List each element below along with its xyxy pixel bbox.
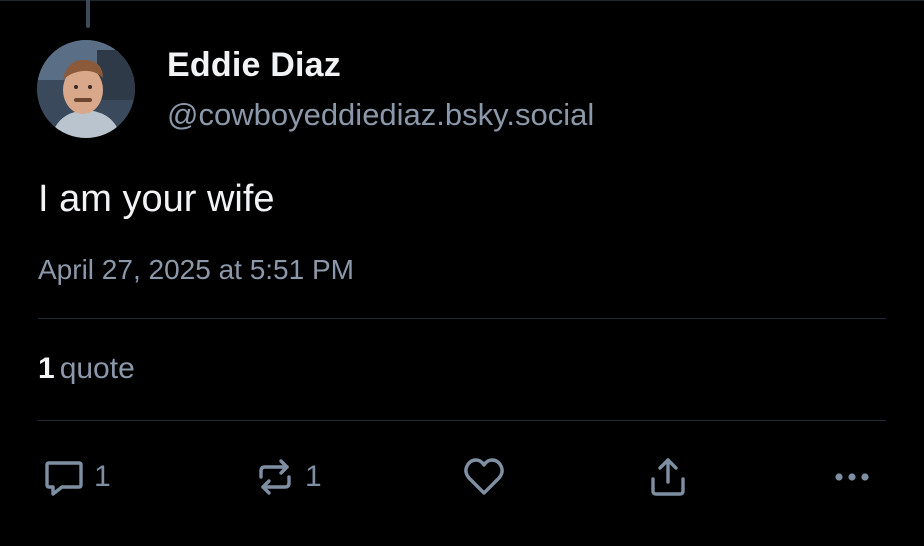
author-handle[interactable]: @cowboyeddiediaz.bsky.social — [167, 97, 594, 133]
reply-button[interactable]: 1 — [42, 455, 111, 499]
repost-count: 1 — [305, 460, 322, 493]
avatar-image — [37, 40, 135, 138]
like-button[interactable] — [461, 455, 507, 499]
divider — [38, 318, 886, 319]
post-text: I am your wife — [38, 178, 275, 220]
reply-count: 1 — [94, 460, 111, 493]
more-options-button[interactable] — [830, 455, 874, 499]
more-dots-icon — [830, 455, 874, 499]
repost-button[interactable]: 1 — [253, 455, 322, 499]
heart-icon — [461, 455, 507, 499]
avatar[interactable] — [37, 40, 135, 138]
share-button[interactable] — [646, 455, 690, 499]
share-upload-icon — [646, 455, 690, 499]
top-border — [0, 0, 924, 1]
post-timestamp: April 27, 2025 at 5:51 PM — [38, 254, 354, 285]
author-display-name[interactable]: Eddie Diaz — [167, 46, 341, 85]
quote-stats[interactable]: 1 quote — [38, 352, 135, 386]
divider — [38, 420, 886, 421]
thread-connector-line — [86, 0, 90, 28]
quote-label: quote — [59, 352, 135, 385]
repost-arrows-icon — [253, 455, 297, 499]
comment-bubble-icon — [42, 455, 86, 499]
quote-count: 1 — [38, 352, 55, 385]
